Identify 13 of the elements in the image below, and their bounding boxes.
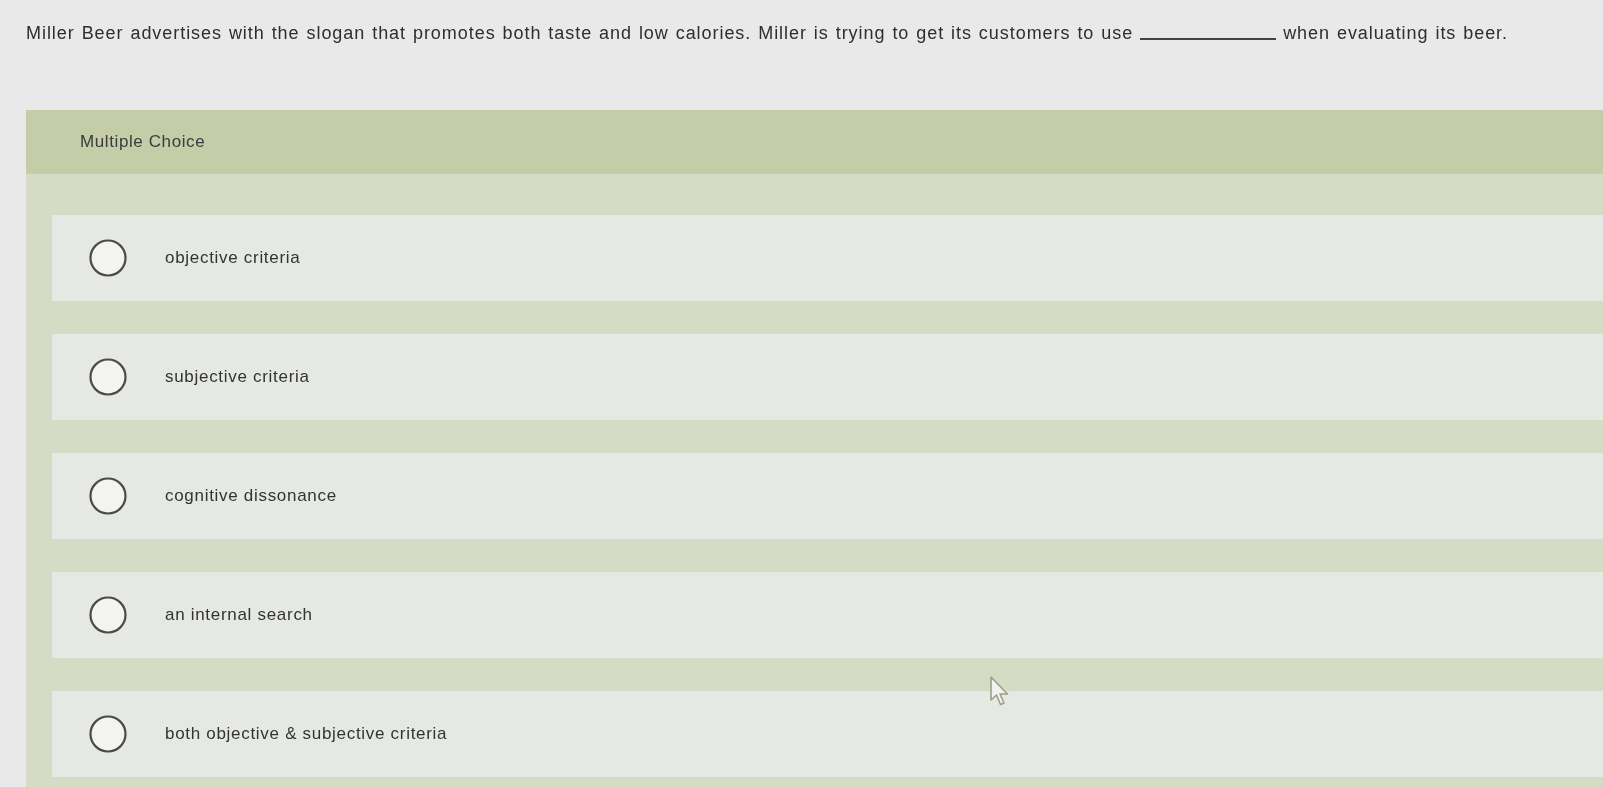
radio-button[interactable] bbox=[89, 239, 127, 277]
option-label[interactable]: both objective & subjective criteria bbox=[165, 724, 448, 744]
question-text: when evaluating its beer. bbox=[1283, 22, 1509, 44]
panel-title: Multiple Choice bbox=[80, 132, 206, 152]
radio-button[interactable] bbox=[89, 477, 127, 515]
option-label[interactable]: subjective criteria bbox=[165, 367, 310, 387]
option-label[interactable]: objective criteria bbox=[165, 248, 301, 268]
radio-button[interactable] bbox=[89, 596, 127, 634]
radio-button[interactable] bbox=[89, 715, 127, 753]
option-label[interactable]: cognitive dissonance bbox=[165, 486, 337, 506]
option-label[interactable]: an internal search bbox=[165, 605, 313, 625]
radio-button[interactable] bbox=[89, 358, 127, 396]
question-text: Miller Beer advertises with the slogan that promotes both taste and low calories. Miller is trying to get its customers to use bbox=[26, 22, 1134, 44]
